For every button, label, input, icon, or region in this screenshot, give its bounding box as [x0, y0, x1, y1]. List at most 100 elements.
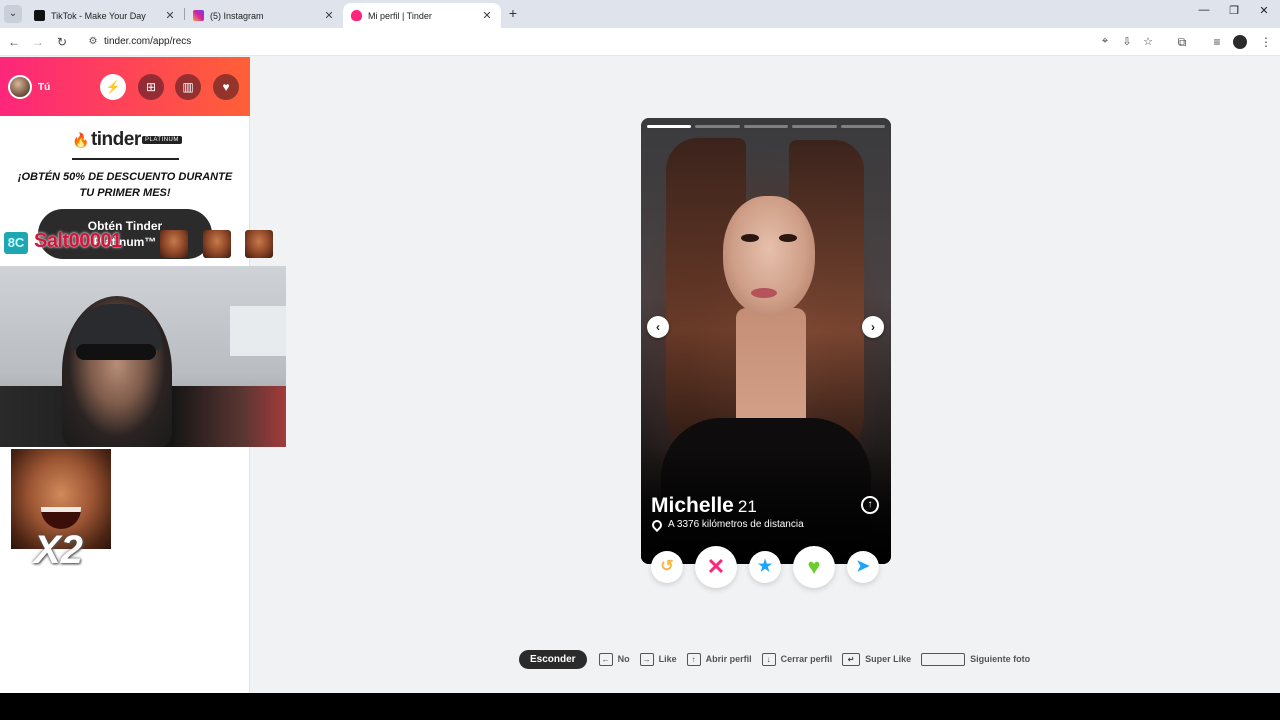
- menu-kebab-icon[interactable]: ⋮: [1258, 34, 1274, 50]
- profile-card[interactable]: ‹ › Michelle 21 ↑ A 3376 kilómetros de di…: [641, 118, 891, 564]
- divider: [72, 158, 179, 160]
- arrow-down-key-icon: ↓: [761, 652, 776, 666]
- shortcut-next-photo: Siguiente foto: [921, 652, 1031, 666]
- tab-instagram[interactable]: (5) Instagram ✕: [185, 3, 343, 28]
- url-text[interactable]: tinder.com/app/recs: [104, 36, 191, 47]
- tab-tiktok[interactable]: TikTok - Make Your Day ✕: [26, 3, 184, 28]
- open-profile-icon[interactable]: ↑: [861, 496, 879, 514]
- arrow-left-key-icon: ←: [598, 652, 613, 666]
- promo-line-2: TU PRIMER MES!: [79, 187, 171, 199]
- shortcut-close-profile: ↓ Cerrar perfil: [761, 652, 833, 666]
- sidebar: Tú ⚡ ⊞ ▥ ♥ 🔥 tinder PLATINUM ¡OBTÉN 50% D…: [0, 57, 286, 693]
- extensions-icon[interactable]: ⧉: [1174, 34, 1190, 50]
- photo-progress-segment: [792, 125, 837, 128]
- close-icon[interactable]: ✕: [323, 9, 335, 22]
- explore-icon[interactable]: ⊞: [138, 74, 164, 100]
- window-close-icon[interactable]: ✕: [1254, 4, 1274, 17]
- shield-icon[interactable]: ♥: [213, 74, 239, 100]
- multiplier-label: X2: [34, 528, 83, 572]
- sidebar-header: Tú ⚡ ⊞ ▥ ♥: [0, 57, 250, 116]
- next-photo-button[interactable]: ›: [862, 316, 884, 338]
- shortcut-label: Abrir perfil: [705, 654, 752, 664]
- tab-title: Mi perfil | Tinder: [368, 10, 432, 21]
- arrow-right-key-icon: →: [639, 652, 654, 666]
- photo-hair-left: [666, 138, 746, 458]
- space-key-icon: [921, 652, 966, 666]
- location-icon[interactable]: ⌖: [1098, 35, 1112, 48]
- star-icon: ★: [757, 558, 773, 575]
- arrow-up-key-icon: ↑: [686, 652, 701, 666]
- photo-face: [723, 196, 815, 316]
- avatar[interactable]: [8, 75, 32, 99]
- shortcut-label: Cerrar perfil: [780, 654, 833, 664]
- address-bar[interactable]: ⚙ tinder.com/app/recs ⌖ ⇩ ☆: [80, 31, 1170, 53]
- webcam-background-window: [230, 306, 286, 356]
- like-button[interactable]: ♥: [793, 546, 835, 588]
- profile-avatar-icon[interactable]: [1233, 35, 1247, 49]
- shortcut-like: → Like: [639, 652, 677, 666]
- nope-button[interactable]: ✕: [695, 546, 737, 588]
- profile-name-label[interactable]: Tú: [38, 82, 50, 93]
- hide-shortcuts-button[interactable]: Esconder: [519, 649, 587, 669]
- screen: ⌄ TikTok - Make Your Day ✕ (5) Instagram…: [0, 0, 1280, 720]
- overlay-badge: 8C: [4, 232, 28, 254]
- tinder-logo: 🔥 tinder: [72, 129, 141, 151]
- nope-icon: ✕: [706, 554, 726, 579]
- meme-mouth: [41, 507, 81, 529]
- webcam-overlay: [0, 266, 286, 447]
- super-like-button[interactable]: ★: [749, 551, 781, 583]
- new-tab-button[interactable]: +: [505, 5, 521, 21]
- tab-search-button[interactable]: ⌄: [4, 5, 22, 23]
- tab-title: TikTok - Make Your Day: [51, 10, 146, 21]
- tab-tinder[interactable]: Mi perfil | Tinder ✕: [343, 3, 501, 28]
- photo-eye: [741, 234, 759, 242]
- location-pin-icon: [649, 517, 665, 532]
- close-icon[interactable]: ✕: [481, 9, 493, 22]
- shortcut-label: Like: [658, 654, 677, 664]
- back-icon[interactable]: ←: [6, 34, 22, 50]
- shortcut-open-profile: ↑ Abrir perfil: [686, 652, 752, 666]
- install-app-icon[interactable]: ⇩: [1120, 35, 1134, 48]
- keyboard-shortcuts-bar: Esconder ← No → Like ↑ Abrir perfil ↓ Cerrar…: [519, 649, 1040, 669]
- photo-progress-segment: [743, 125, 789, 128]
- logo-text: tinder: [90, 129, 141, 150]
- gift-icon[interactable]: ▥: [175, 74, 201, 100]
- enter-key-icon: ↵: [842, 652, 861, 666]
- rewind-button[interactable]: ↺: [651, 551, 683, 583]
- reload-icon[interactable]: ↻: [54, 34, 70, 50]
- photo-progress-segment: [695, 125, 740, 128]
- streamer-sunglasses: [76, 344, 156, 360]
- tab-title: (5) Instagram: [210, 10, 264, 21]
- profile-name-text: Michelle: [651, 494, 734, 517]
- laughing-emote-icon: [203, 230, 231, 258]
- close-icon[interactable]: ✕: [164, 9, 176, 22]
- laughing-emote-icon: [245, 230, 273, 258]
- minimize-icon[interactable]: —: [1194, 4, 1214, 16]
- photo-progress-segment: [840, 125, 886, 128]
- site-info-icon[interactable]: ⚙: [86, 35, 100, 49]
- previous-photo-button[interactable]: ‹: [647, 316, 669, 338]
- distance-row: A 3376 kilómetros de distancia: [649, 517, 804, 532]
- promo-line-1: ¡OBTÉN 50% DE DESCUENTO DURANTE: [17, 171, 233, 183]
- platinum-badge: PLATINUM: [142, 136, 182, 144]
- shortcut-label: Siguiente foto: [970, 654, 1031, 664]
- profile-age: 21: [737, 497, 757, 516]
- browser-toolbar: ← → ↻ ⚙ tinder.com/app/recs ⌖ ⇩ ☆ ⧉ ≡ ⋮: [0, 28, 1280, 56]
- forward-icon[interactable]: →: [30, 34, 46, 50]
- heart-icon: ♥: [807, 554, 821, 579]
- restore-icon[interactable]: ❐: [1224, 4, 1244, 17]
- bolt-icon[interactable]: ⚡: [100, 74, 126, 100]
- shortcut-no: ← No: [598, 652, 630, 666]
- media-controls-icon[interactable]: ≡: [1209, 34, 1225, 50]
- bookmark-star-icon[interactable]: ☆: [1141, 35, 1155, 48]
- boost-button[interactable]: ➤: [847, 551, 879, 583]
- rewind-icon: ↺: [660, 558, 674, 575]
- action-bar: ↺ ✕ ★ ♥ ➤: [641, 546, 891, 590]
- profile-name: Michelle 21: [651, 494, 757, 518]
- shortcut-label: No: [617, 654, 630, 664]
- laughing-emote-icon: [160, 230, 188, 258]
- instagram-favicon-icon: [193, 10, 204, 21]
- promo-text: ¡OBTÉN 50% DE DESCUENTO DURANTE TU PRIME…: [10, 169, 240, 201]
- photo-progress-segment: [647, 125, 692, 128]
- overlay-username: Salt00001: [34, 230, 122, 252]
